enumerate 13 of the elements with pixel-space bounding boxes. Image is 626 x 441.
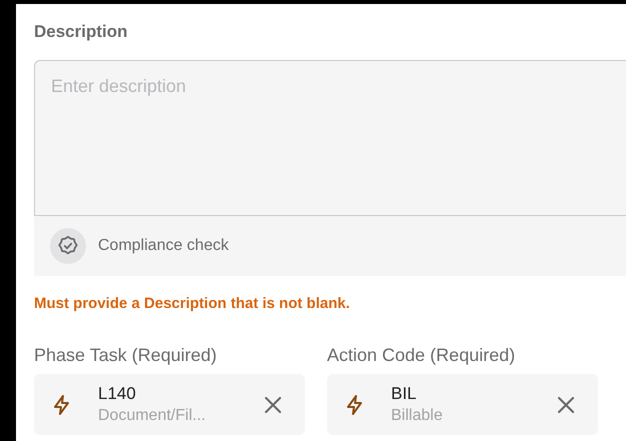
value-code: L140	[98, 382, 137, 404]
value-description: Document/Fil...	[98, 406, 207, 426]
compliance-icon	[50, 228, 86, 264]
value-description: Billable	[391, 406, 444, 426]
description-field[interactable]: Enter description	[34, 60, 626, 216]
selected-value-chip[interactable]: BIL Billable	[327, 374, 598, 435]
field-label: Action Code (Required)	[327, 344, 516, 366]
selected-value-chip[interactable]: L140 Document/Fil...	[34, 374, 305, 435]
field-label: Phase Task (Required)	[34, 344, 218, 366]
compliance-label: Compliance check	[98, 236, 229, 256]
field-label: Description	[34, 21, 128, 43]
value-code: BIL	[391, 382, 418, 404]
error-message: Must provide a Description that is not blank.	[34, 294, 351, 314]
